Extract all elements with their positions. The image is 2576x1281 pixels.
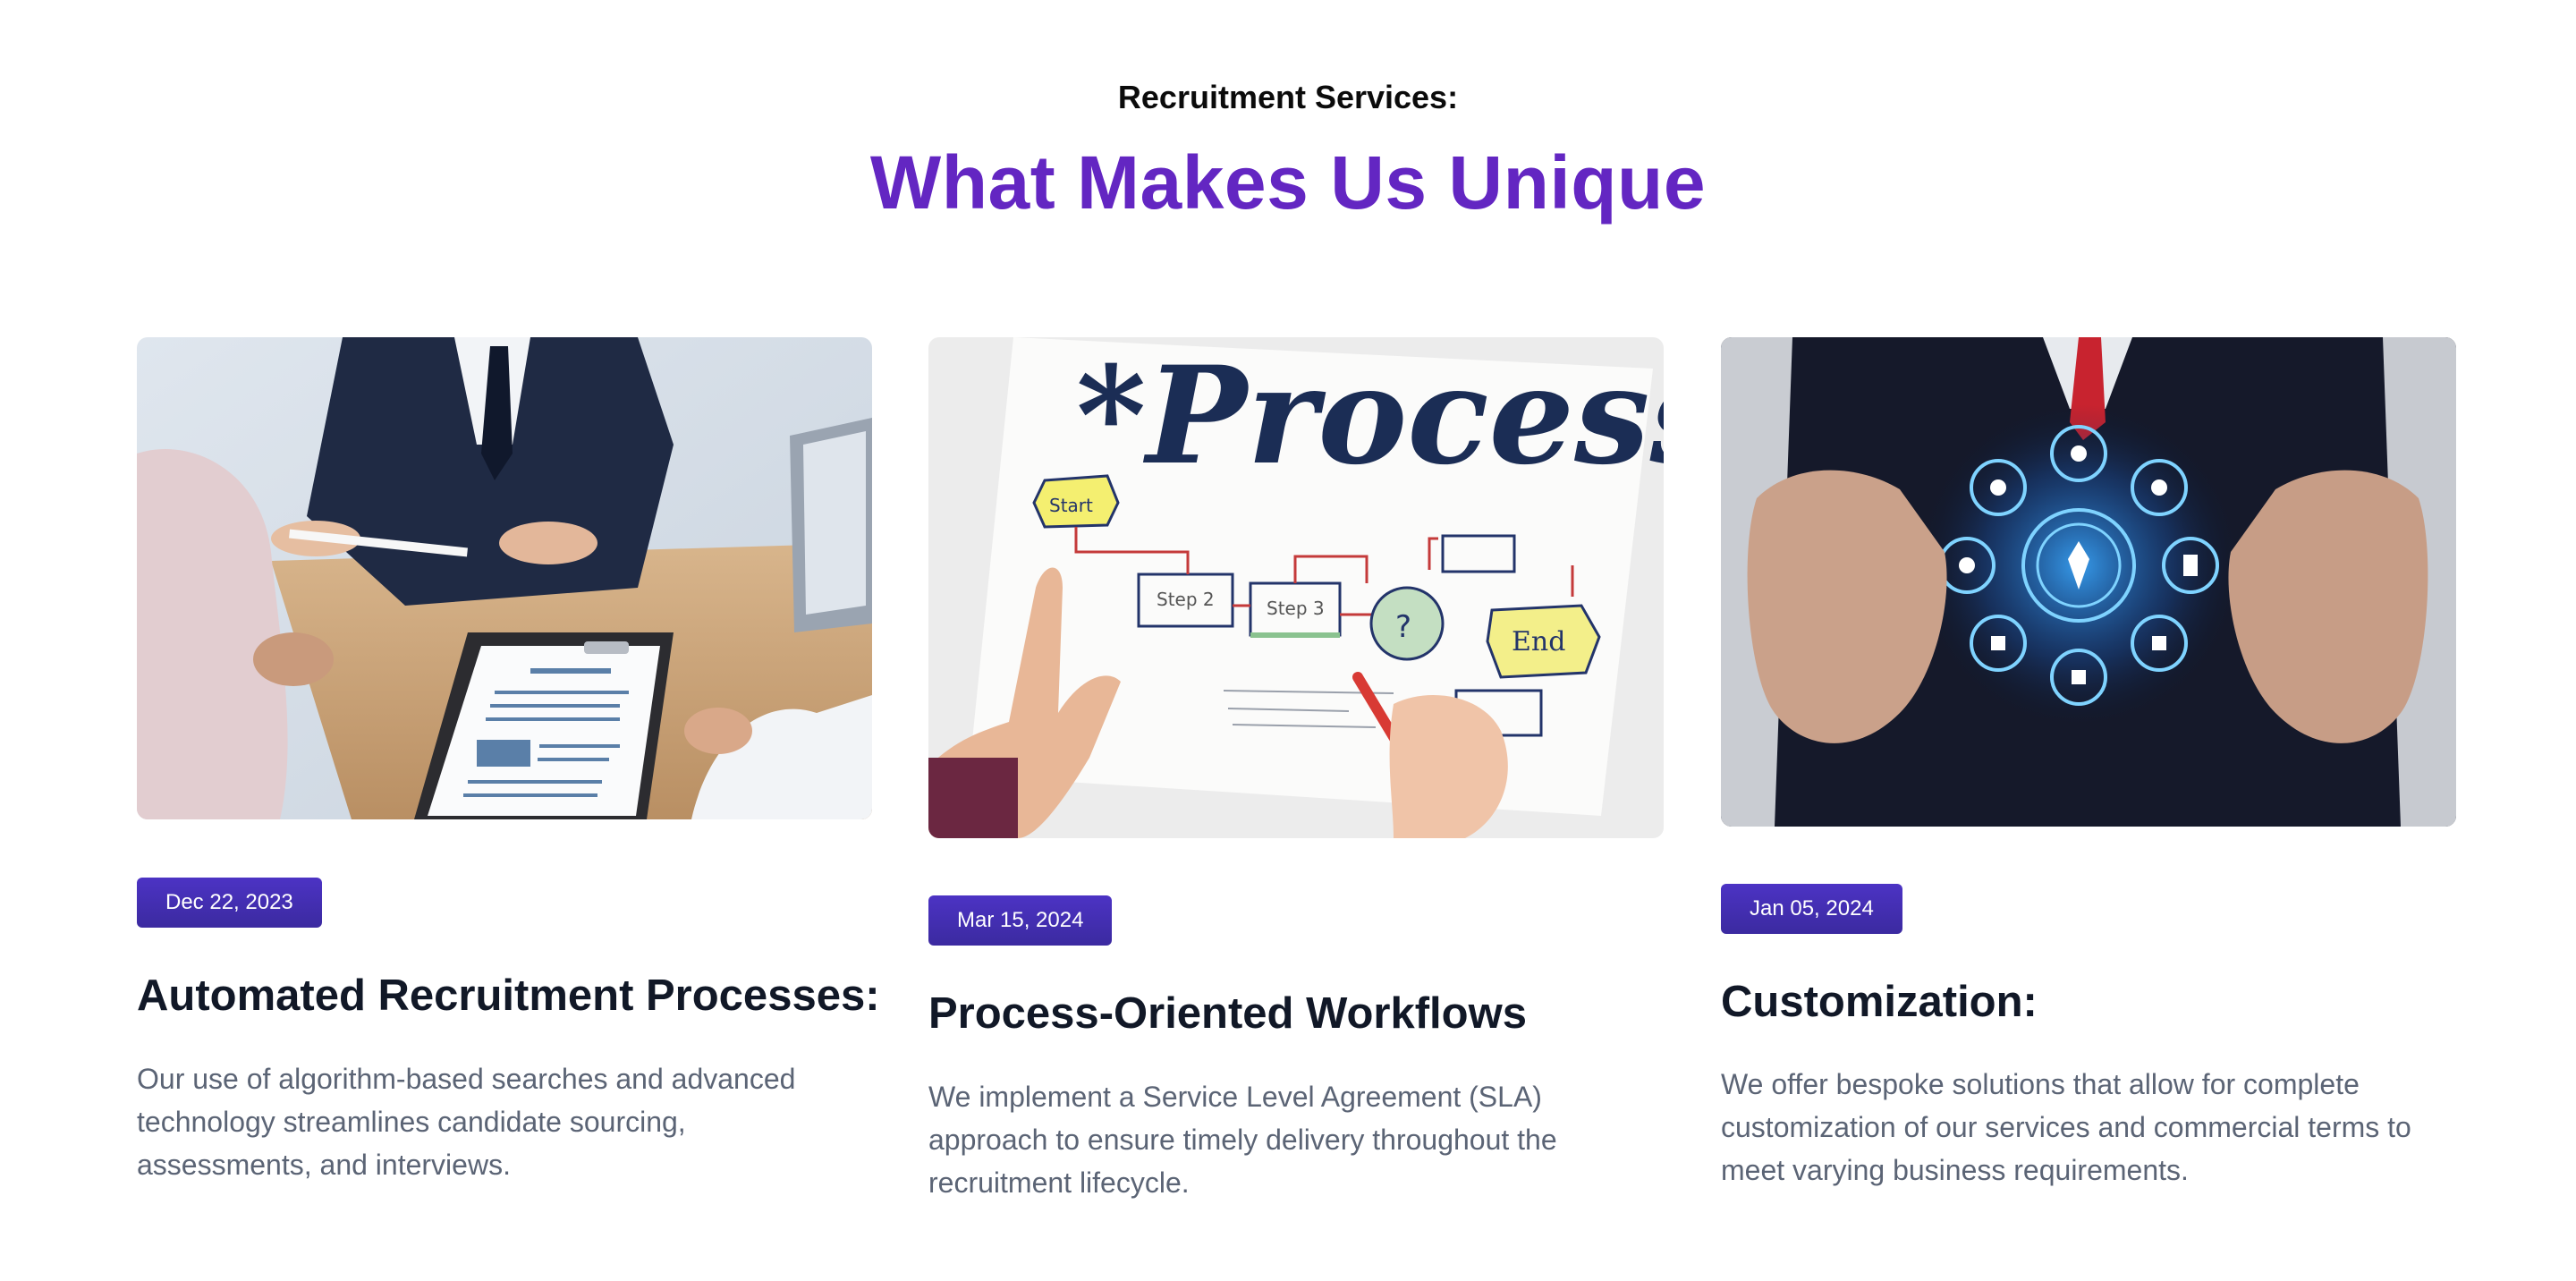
interview-photo-illustration xyxy=(137,337,872,819)
date-badge: Mar 15, 2024 xyxy=(928,895,1113,946)
svg-text:End: End xyxy=(1512,626,1565,657)
card-image-interview xyxy=(137,337,872,819)
card-description: Our use of algorithm-based searches and … xyxy=(137,1063,796,1181)
card-process-oriented[interactable]: *Process Start Step 2 Step 3 ? End Mar 1… xyxy=(928,337,1664,1199)
image-headline-text: *Process xyxy=(1076,337,1664,495)
card-title[interactable]: Customization: xyxy=(1721,977,2038,1027)
card-automated-recruitment[interactable]: Dec 22, 2023 Automated Recruitment Proce… xyxy=(137,337,880,1181)
svg-text:Start: Start xyxy=(1049,495,1093,516)
section-eyebrow: Recruitment Services: xyxy=(1117,79,1459,115)
unique-section: Recruitment Services: What Makes Us Uniq… xyxy=(0,0,2576,1281)
card-title[interactable]: Process-Oriented Workflows xyxy=(928,988,1527,1039)
section-heading: What Makes Us Unique xyxy=(869,140,1707,225)
svg-text:Step 3: Step 3 xyxy=(1267,598,1325,619)
process-flowchart-illustration: *Process Start Step 2 Step 3 ? End xyxy=(928,337,1664,838)
date-badge: Jan 05, 2024 xyxy=(1721,884,1902,934)
svg-text:Step 2: Step 2 xyxy=(1157,589,1215,610)
digital-network-illustration xyxy=(1721,337,2456,827)
card-image-network xyxy=(1721,337,2456,827)
card-title[interactable]: Automated Recruitment Processes: xyxy=(137,971,880,1021)
card-image-process: *Process Start Step 2 Step 3 ? End xyxy=(928,337,1664,838)
card-customization[interactable]: Jan 05, 2024 Customization: We offer bes… xyxy=(1721,337,2456,1186)
date-badge: Dec 22, 2023 xyxy=(137,878,322,928)
card-description: We offer bespoke solutions that allow fo… xyxy=(1721,1068,2411,1186)
card-description: We implement a Service Level Agreement (… xyxy=(928,1081,1557,1199)
svg-text:?: ? xyxy=(1395,609,1411,645)
